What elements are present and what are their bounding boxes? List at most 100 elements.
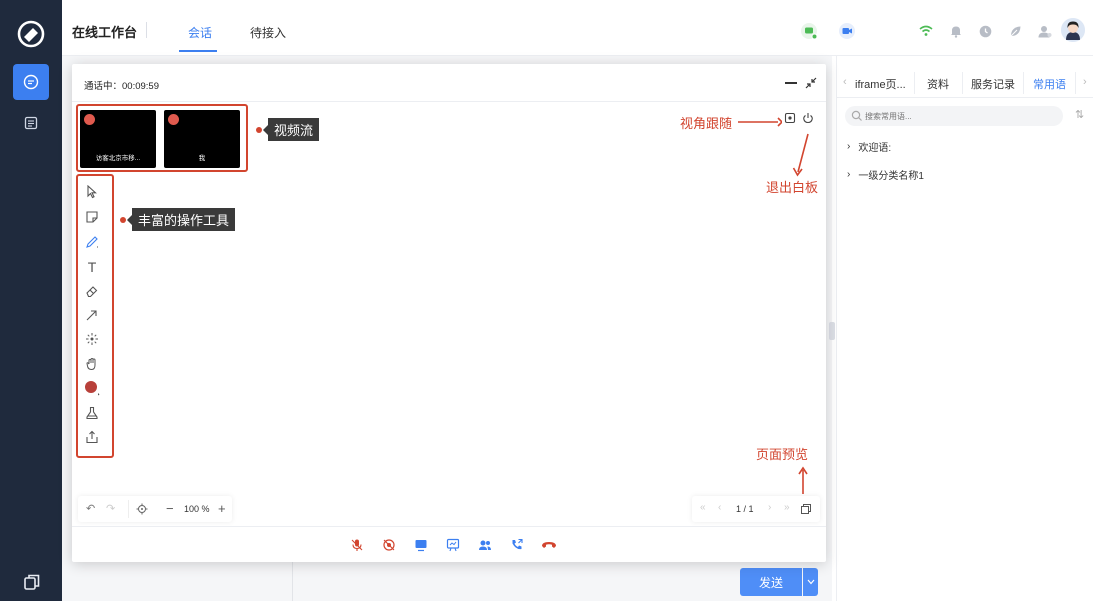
callout-dot	[256, 126, 262, 133]
clear-icon[interactable]	[84, 405, 100, 421]
send-options-button[interactable]	[803, 568, 818, 596]
tabs-next-icon[interactable]: ›	[1083, 76, 1087, 88]
zoom-in-icon[interactable]: +	[218, 501, 226, 516]
camera-off-icon[interactable]	[380, 536, 398, 554]
leaf-icon[interactable]	[1006, 22, 1024, 40]
zoom-controls: ↶ ↷ − 100 % +	[78, 496, 232, 522]
tab-separator	[914, 72, 915, 94]
whiteboard-call-modal: 通话中：00:09:59 访客北京市移... 我 视频流 丰富的操作工具 T 视…	[72, 64, 826, 562]
annotation-arrow	[798, 466, 808, 494]
upload-icon[interactable]	[84, 429, 100, 445]
tab-iframe[interactable]: iframe页...	[855, 76, 906, 92]
copy-icon[interactable]	[22, 572, 42, 592]
call-controls	[72, 526, 826, 562]
page-preview-annotation: 页面预览	[756, 447, 809, 462]
cursor-icon[interactable]	[84, 184, 100, 200]
zoom-level: 100 %	[184, 504, 210, 514]
eraser-icon[interactable]	[84, 283, 100, 299]
call-status: 通话中：00:09:59	[84, 81, 159, 92]
transfer-call-icon[interactable]	[508, 536, 526, 554]
modal-header: 通话中：00:09:59	[72, 64, 826, 102]
mute-mic-icon[interactable]	[348, 536, 366, 554]
annotation-arrow	[792, 133, 809, 177]
zoom-out-icon[interactable]: −	[166, 501, 174, 516]
chevron-down-icon	[807, 579, 814, 585]
app-title: 在线工作台	[72, 25, 138, 40]
callout-dot	[120, 216, 126, 223]
color-picker-icon[interactable]	[84, 380, 100, 396]
tabs-prev-icon[interactable]: ‹	[843, 76, 847, 88]
pen-icon[interactable]	[84, 234, 100, 250]
list-item[interactable]: › 一级分类名称1	[847, 167, 924, 182]
pane-divider	[292, 560, 293, 601]
first-page-icon[interactable]: «	[700, 502, 706, 513]
tab-conversation[interactable]: 会话	[188, 24, 212, 41]
text-icon[interactable]: T	[84, 259, 100, 275]
prev-page-icon[interactable]: ‹	[718, 502, 721, 513]
tab-common-phrases[interactable]: 常用语	[1033, 76, 1066, 92]
page-indicator: 1 / 1	[736, 504, 754, 514]
tools-callout: 丰富的操作工具	[120, 208, 236, 231]
invite-user-icon[interactable]	[476, 536, 494, 554]
search-input[interactable]	[865, 109, 1045, 123]
user-settings-icon[interactable]	[1036, 22, 1054, 40]
screen-share-icon[interactable]	[412, 536, 430, 554]
tab-separator	[1075, 72, 1076, 94]
whiteboard-icon[interactable]	[444, 536, 462, 554]
panel-resize-handle[interactable]	[829, 322, 835, 340]
chevron-right-icon: ›	[847, 141, 851, 152]
right-panel-tabs: ‹ iframe页... 资料 服务记录 常用语 ›	[837, 68, 1093, 98]
arrow-icon[interactable]	[84, 307, 100, 323]
nav-conversation-icon[interactable]	[13, 64, 49, 100]
video-stream-callout: 视频流	[256, 118, 320, 141]
view-follow-button[interactable]	[782, 110, 798, 126]
pagination-controls: « ‹ 1 / 1 › »	[692, 496, 820, 522]
annotation-arrow	[738, 117, 782, 127]
hand-icon[interactable]	[84, 356, 100, 372]
video-stream-annotation: 视频流	[262, 118, 320, 141]
bell-icon[interactable]	[947, 22, 965, 40]
right-panel: ‹ iframe页... 资料 服务记录 常用语 › ⇅ › 欢迎语: › 一级…	[836, 56, 1093, 601]
page-preview-icon[interactable]	[800, 502, 812, 520]
view-follow-annotation: 视角跟随	[680, 116, 733, 131]
logo-icon	[17, 20, 45, 48]
undo-icon[interactable]: ↶	[86, 502, 95, 515]
left-rail	[0, 0, 62, 601]
hang-up-icon[interactable]	[540, 536, 558, 554]
tab-separator	[1023, 72, 1024, 94]
tab-pending[interactable]: 待接入	[250, 24, 286, 41]
laser-pointer-icon[interactable]	[84, 331, 100, 347]
chat-status-icon[interactable]	[800, 22, 818, 40]
video-call-icon[interactable]	[838, 22, 856, 40]
top-header: 在线工作台 会话 待接入	[62, 0, 1093, 56]
group-label: 欢迎语:	[858, 143, 892, 154]
status-icon[interactable]	[976, 22, 994, 40]
video-stream-highlight	[76, 104, 248, 172]
search-icon	[851, 110, 862, 121]
tab-materials[interactable]: 资料	[927, 76, 949, 92]
shrink-icon[interactable]	[805, 76, 817, 89]
exit-whiteboard-annotation: 退出白板	[766, 180, 819, 195]
sort-icon[interactable]: ⇅	[1075, 108, 1084, 121]
tab-separator	[962, 72, 963, 94]
list-item[interactable]: › 欢迎语:	[847, 139, 891, 154]
send-button[interactable]: 发送	[740, 568, 802, 596]
redo-icon[interactable]: ↷	[106, 502, 115, 515]
minimize-icon[interactable]	[785, 82, 797, 84]
chevron-right-icon: ›	[847, 169, 851, 180]
avatar[interactable]	[1061, 18, 1085, 42]
group-label: 一级分类名称1	[858, 171, 924, 182]
tab-service-records[interactable]: 服务记录	[971, 76, 1015, 92]
sticky-note-icon[interactable]	[84, 209, 100, 225]
zoom-separator	[128, 500, 129, 518]
nav-records-icon[interactable]	[22, 114, 40, 132]
app-root: 在线工作台 会话 待接入 发送 ‹ iframe页... 资料 服务记录 常用语…	[0, 0, 1093, 601]
phrase-search	[845, 106, 1063, 126]
locate-icon[interactable]	[136, 502, 148, 520]
next-page-icon[interactable]: ›	[768, 502, 771, 513]
tools-annotation: 丰富的操作工具	[126, 208, 236, 231]
active-tab-indicator	[179, 50, 217, 52]
header-divider	[146, 22, 147, 38]
exit-whiteboard-button[interactable]	[800, 110, 816, 126]
last-page-icon[interactable]: »	[784, 502, 790, 513]
